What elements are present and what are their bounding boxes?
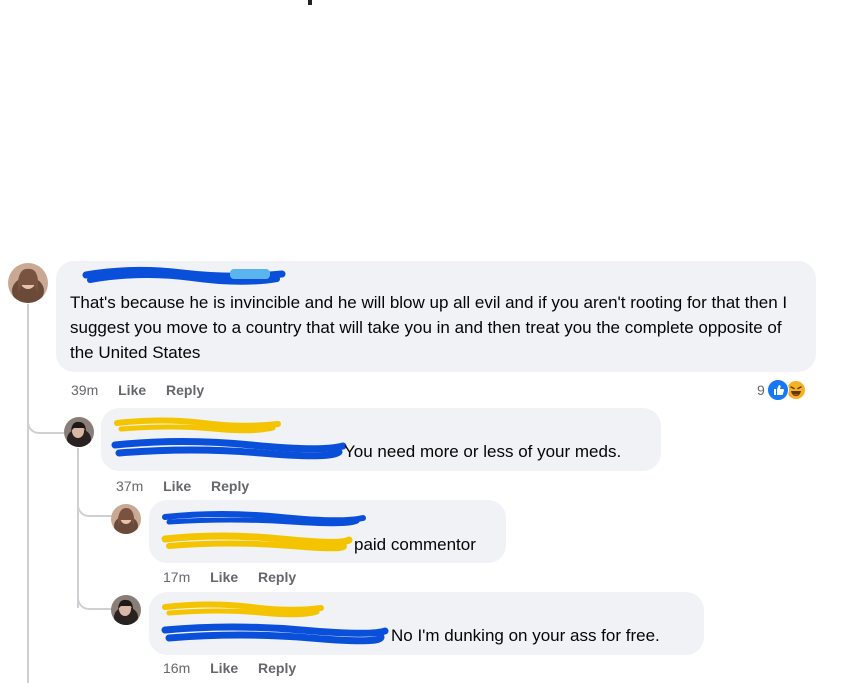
like-button[interactable]: Like (163, 478, 191, 494)
reply-button[interactable]: Reply (166, 382, 204, 398)
reaction-count: 9 (757, 382, 765, 398)
comment-timestamp[interactable]: 17m (163, 569, 190, 585)
redacted-author-name (161, 509, 367, 529)
reaction-summary[interactable]: 9 (757, 379, 806, 401)
redacted-author-name (72, 265, 292, 287)
thread-line-sub (77, 448, 79, 608)
comment-actions: 16m Like Reply (163, 660, 296, 676)
avatar[interactable] (111, 595, 141, 625)
comment-text: paid commentor (354, 535, 476, 554)
avatar[interactable] (8, 263, 48, 303)
comment-timestamp[interactable]: 39m (71, 382, 98, 398)
reply-bubble: No I'm dunking on your ass for free. (149, 592, 704, 655)
comment-actions: 17m Like Reply (163, 569, 296, 585)
like-button[interactable]: Like (210, 569, 238, 585)
like-icon (766, 379, 789, 401)
comment-timestamp[interactable]: 16m (163, 660, 190, 676)
reply-bubble: paid commentor (149, 500, 506, 563)
like-button[interactable]: Like (210, 660, 238, 676)
redacted-author-name (161, 600, 325, 620)
comment-actions: 37m Like Reply (116, 478, 249, 494)
reply-button[interactable]: Reply (258, 660, 296, 676)
like-button[interactable]: Like (118, 382, 146, 398)
thread-curve-1 (27, 410, 65, 434)
redacted-mention (161, 531, 353, 553)
comment-text: You need more or less of your meds. (344, 442, 622, 461)
comment-actions: 39m Like Reply (71, 382, 204, 398)
redacted-author-name (113, 416, 283, 436)
reply-button[interactable]: Reply (211, 478, 249, 494)
avatar[interactable] (64, 417, 94, 447)
thread-curve-2 (77, 495, 113, 517)
reply-button[interactable]: Reply (258, 569, 296, 585)
avatar[interactable] (111, 504, 141, 534)
comment-text: No I'm dunking on your ass for free. (391, 626, 660, 645)
comment-bubble: That's because he is invincible and he w… (56, 261, 816, 372)
laughing-emoji-icon (785, 380, 806, 400)
top-dot (308, 0, 312, 5)
thread-curve-3 (77, 588, 113, 610)
thread-line-main (27, 304, 29, 683)
redacted-mention (161, 622, 389, 646)
redacted-mention (111, 436, 347, 462)
reply-bubble: You need more or less of your meds. (101, 408, 661, 471)
comment-timestamp[interactable]: 37m (116, 478, 143, 494)
comment-text: That's because he is invincible and he w… (70, 293, 788, 362)
